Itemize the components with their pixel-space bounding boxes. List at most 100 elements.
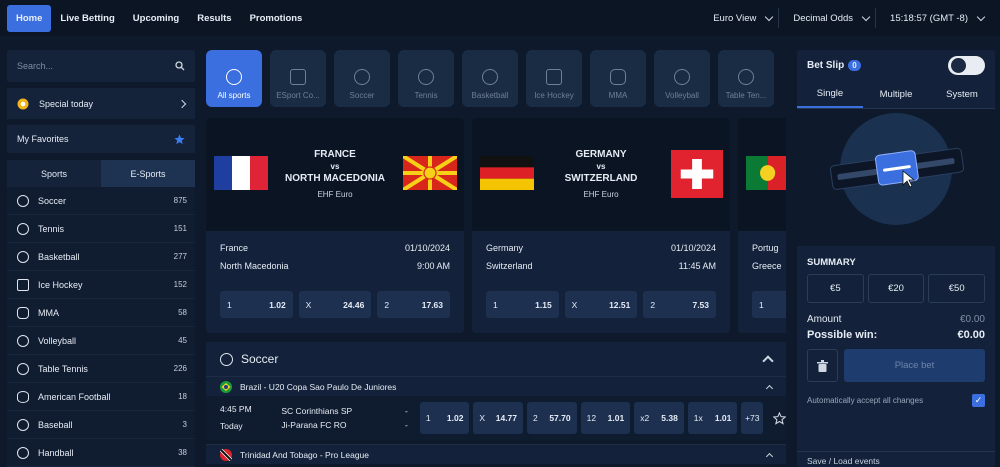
quick-bet-toggle[interactable] <box>948 56 985 75</box>
odd-button-x[interactable]: X 14.77 <box>473 402 524 434</box>
sport-name: Volleyball <box>38 335 77 346</box>
tab-multiple[interactable]: Multiple <box>863 81 929 108</box>
odd-button-12[interactable]: 12 1.01 <box>580 402 631 434</box>
odd-button-1[interactable]: 1 1.15 <box>486 291 559 318</box>
odd-button-1[interactable]: 1 1.02 <box>419 402 470 434</box>
league-header[interactable]: Brazil - U20 Copa Sao Paulo De Juniores <box>206 376 786 396</box>
featured-card[interactable]: FRANCE vs NORTH MACEDONIA EHF Euro Franc… <box>206 118 464 333</box>
featured-card[interactable]: GERMANY vs SWITZERLAND EHF Euro Germany 0… <box>472 118 730 333</box>
league-header[interactable]: Trinidad And Tobago - Pro League <box>206 444 786 464</box>
bet-slip-header: Bet Slip 0 <box>797 50 995 81</box>
odd-button-1[interactable]: 1 <box>752 291 786 318</box>
odd-label: 1 <box>425 413 431 423</box>
sport-name: Table Tennis <box>38 363 88 374</box>
table-tennis-icon <box>738 69 754 85</box>
chevron-down-icon <box>765 12 774 21</box>
more-markets-button[interactable]: +73 <box>741 402 764 434</box>
germany-flag-icon <box>480 156 534 190</box>
category-table-tennis[interactable]: Table Ten... <box>718 50 774 107</box>
stake-button-5[interactable]: €5 <box>807 274 864 303</box>
north-macedonia-flag-icon <box>403 156 457 190</box>
team1-name: Portug <box>752 243 779 253</box>
away-team: Ji-Parana FC RO <box>281 420 347 430</box>
mma-glove-icon <box>610 69 626 85</box>
auto-accept-row[interactable]: Automatically accept all changes ✓ <box>807 394 985 407</box>
odd-label: 2 <box>384 299 390 310</box>
tab-system[interactable]: System <box>929 81 995 108</box>
title-team2: SWITZERLAND <box>564 173 638 184</box>
sidebar-item-table-tennis[interactable]: Table Tennis 226 <box>7 355 195 383</box>
bet-slip: Bet Slip 0 Single Multiple System SUMMARY… <box>797 50 995 467</box>
favorite-star-icon[interactable] <box>773 411 786 425</box>
sidebar-item-tennis[interactable]: Tennis 151 <box>7 215 195 243</box>
sidebar-item-ice-hockey[interactable]: Ice Hockey 152 <box>7 271 195 299</box>
odd-value: 57.70 <box>549 413 571 423</box>
sidebar-item-volleyball[interactable]: Volleyball 45 <box>7 327 195 355</box>
category-ice-hockey[interactable]: Ice Hockey <box>526 50 582 107</box>
sidebar-item-american-football[interactable]: American Football 18 <box>7 383 195 411</box>
sidebar-item-mma[interactable]: MMA 58 <box>7 299 195 327</box>
nav-upcoming[interactable]: Upcoming <box>124 5 188 32</box>
odd-button-2[interactable]: 2 7.53 <box>643 291 717 318</box>
soccer-section-header[interactable]: Soccer <box>206 342 786 376</box>
match-row[interactable]: 4:45 PM Today SC Corinthians SP - Ji-Para… <box>206 396 786 440</box>
tab-sports[interactable]: Sports <box>7 160 101 187</box>
odd-button-x[interactable]: X 24.46 <box>298 291 372 318</box>
odd-button-2[interactable]: 2 57.70 <box>527 402 577 434</box>
odd-label: X <box>479 413 486 423</box>
category-tennis[interactable]: Tennis <box>398 50 454 107</box>
mma-glove-icon <box>17 306 29 319</box>
card-banner: GERMANY vs SWITZERLAND EHF Euro <box>472 118 730 231</box>
nav-home[interactable]: Home <box>7 4 52 32</box>
sports-list: Soccer 875 Tennis 151 Basketball 277 Ice Ho… <box>7 187 195 467</box>
view-select[interactable]: Euro View <box>713 8 780 28</box>
odd-label: 1x <box>693 413 703 423</box>
clock-select[interactable]: 15:18:57 (GMT -8) <box>890 8 990 28</box>
odds-format-select[interactable]: Decimal Odds <box>793 8 877 28</box>
tennis-ball-icon <box>17 222 29 235</box>
search-input[interactable]: Search... <box>7 50 195 82</box>
odd-button-2[interactable]: 2 17.63 <box>377 291 451 318</box>
sport-name: Baseball <box>38 419 73 430</box>
volleyball-icon <box>17 334 29 347</box>
sidebar-item-soccer[interactable]: Soccer 875 <box>7 187 195 215</box>
my-favorites[interactable]: My Favorites <box>7 125 195 153</box>
chevron-up-icon[interactable] <box>762 355 774 367</box>
special-today[interactable]: Special today <box>7 88 195 119</box>
tab-esports[interactable]: E-Sports <box>101 160 195 187</box>
checkbox-checked-icon[interactable]: ✓ <box>972 394 985 407</box>
sidebar-item-handball[interactable]: Handball 38 <box>7 439 195 467</box>
category-label: Volleyball <box>665 91 699 100</box>
category-mma[interactable]: MMA <box>590 50 646 107</box>
category-esport[interactable]: ESport Co... <box>270 50 326 107</box>
stake-button-20[interactable]: €20 <box>867 274 925 303</box>
sidebar-item-basketball[interactable]: Basketball 277 <box>7 243 195 271</box>
odd-button-x[interactable]: X 12.51 <box>564 291 638 318</box>
soccer-ball-icon <box>354 69 370 85</box>
category-volleyball[interactable]: Volleyball <box>654 50 710 107</box>
odd-button-1x[interactable]: 1x 1.01 <box>687 402 738 434</box>
nav-promotions[interactable]: Promotions <box>241 5 312 32</box>
team2-name: Greece <box>752 261 782 271</box>
category-basketball[interactable]: Basketball <box>462 50 518 107</box>
odd-button-1[interactable]: 1 1.02 <box>220 291 293 318</box>
view-label: Euro View <box>713 12 757 24</box>
clear-slip-button[interactable] <box>807 349 838 382</box>
place-bet-button[interactable]: Place bet <box>844 349 985 382</box>
summary-section: SUMMARY €5 €20 €50 Amount €0.00 Possible … <box>797 257 995 407</box>
nav-results[interactable]: Results <box>188 5 240 32</box>
nav-live-betting[interactable]: Live Betting <box>51 5 123 32</box>
title-vs: vs <box>596 162 606 171</box>
featured-card[interactable]: Portug Greece 1 <box>738 118 786 333</box>
stake-button-50[interactable]: €50 <box>928 274 986 303</box>
tab-single[interactable]: Single <box>797 81 863 108</box>
category-label: MMA <box>608 91 628 100</box>
odd-button-x2[interactable]: x2 5.38 <box>634 402 684 434</box>
bet-slip-illustration <box>829 113 965 225</box>
save-load-events[interactable]: Save / Load events <box>797 451 995 467</box>
tennis-ball-icon <box>418 69 434 85</box>
category-soccer[interactable]: Soccer <box>334 50 390 107</box>
sidebar-item-baseball[interactable]: Baseball 3 <box>7 411 195 439</box>
category-all-sports[interactable]: All sports <box>206 50 262 107</box>
odd-value: 12.51 <box>609 299 631 310</box>
